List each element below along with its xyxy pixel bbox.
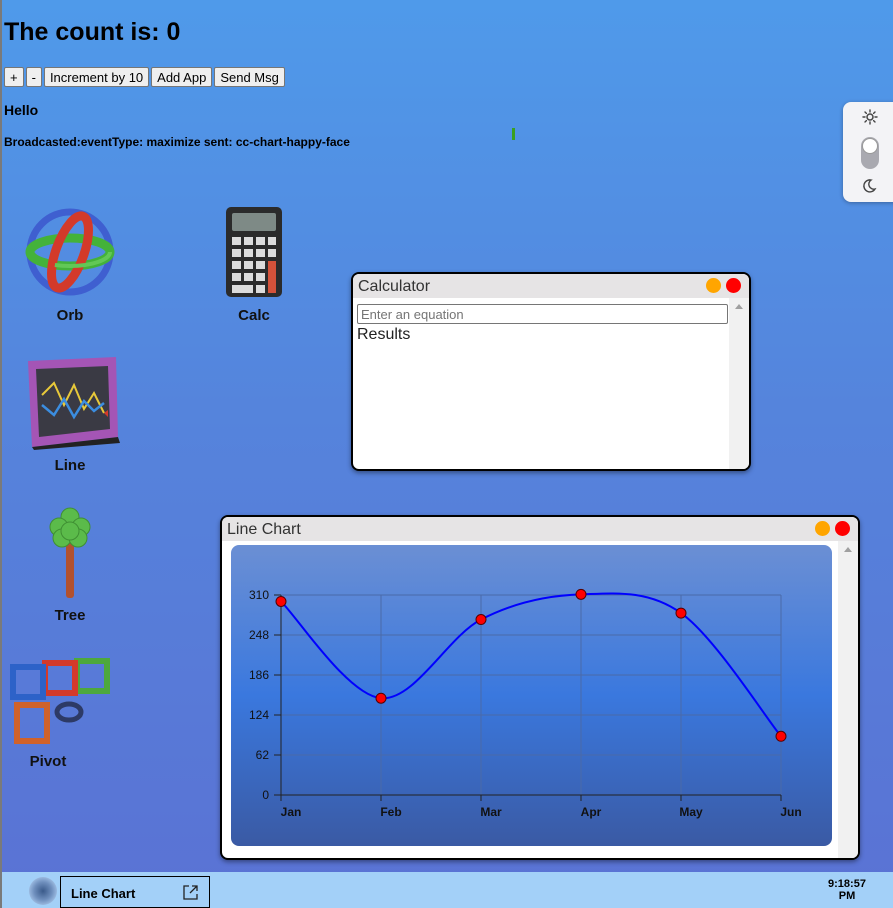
calculator-icon: [226, 207, 282, 297]
taskbar-item-line-chart[interactable]: Line Chart: [60, 876, 210, 908]
x-tick-label: Apr: [581, 805, 602, 819]
desktop-icon-label: Tree: [54, 607, 86, 624]
line-chart-icon: [28, 357, 120, 450]
x-tick-label: Jan: [281, 805, 302, 819]
scrollbar[interactable]: [838, 541, 858, 858]
y-tick-label: 248: [249, 628, 269, 642]
external-link-icon[interactable]: [182, 884, 199, 901]
data-point: [575, 588, 587, 600]
chart-panel: 0 62 124 186 248 310 Jan Feb Mar Apr May Jun: [231, 545, 832, 846]
y-tick-label: 310: [249, 588, 269, 602]
decrement-button[interactable]: -: [25, 67, 42, 87]
chart-titlebar[interactable]: Line Chart: [222, 517, 858, 541]
data-point: [475, 614, 487, 626]
start-button[interactable]: [29, 877, 57, 905]
desktop-icon-label: Line: [54, 457, 86, 474]
tree-icon: [49, 507, 91, 598]
send-msg-button[interactable]: Send Msg: [214, 67, 285, 87]
x-tick-label: May: [679, 805, 703, 819]
x-tick-label: Feb: [380, 805, 401, 819]
close-button[interactable]: [835, 521, 850, 536]
clock: 9:18:57 PM: [822, 878, 872, 902]
toolbar: + - Increment by 10 Add App Send Msg: [4, 67, 285, 87]
increment-button[interactable]: +: [4, 67, 24, 87]
clock-period: PM: [838, 890, 856, 902]
increment-by-10-button[interactable]: Increment by 10: [43, 67, 150, 87]
desktop-icon-calc[interactable]: Calc: [199, 205, 309, 324]
y-tick-label: 124: [249, 708, 269, 722]
status-indicator: [512, 128, 515, 140]
x-tick-label: Jun: [780, 805, 801, 819]
minimize-button[interactable]: [815, 521, 830, 536]
theme-toggle[interactable]: [843, 102, 893, 202]
desktop-icon-orb[interactable]: Orb: [15, 205, 125, 324]
pivot-icon: [10, 658, 110, 744]
data-point: [375, 692, 387, 704]
window-title: Calculator: [358, 278, 431, 295]
y-tick-label: 186: [249, 668, 269, 682]
desktop-icon-line[interactable]: Line: [15, 355, 125, 474]
scroll-up-arrow-icon[interactable]: [735, 304, 743, 309]
data-point: [775, 730, 787, 742]
taskbar-item-label: Line Chart: [71, 886, 136, 901]
data-point: [675, 607, 687, 619]
desktop-icon-tree[interactable]: Tree: [15, 505, 125, 624]
equation-input[interactable]: [357, 304, 728, 324]
theme-switch-knob[interactable]: [862, 138, 878, 154]
y-tick-label: 62: [256, 748, 270, 762]
desktop-icon-label: Calc: [238, 307, 270, 324]
clock-time: 9:18:57: [828, 878, 866, 890]
desktop-icon-label: Pivot: [29, 753, 67, 770]
orb-icon: [25, 208, 115, 296]
window-title: Line Chart: [227, 521, 301, 538]
theme-switch[interactable]: [861, 137, 879, 169]
sun-icon[interactable]: [862, 109, 878, 125]
line-chart-window[interactable]: Line Chart 0 62 124 186 248 310 Jan Feb Mar Apr Ma…: [220, 515, 860, 860]
desktop-icon-label: Orb: [56, 307, 84, 324]
taskbar: Line Chart 9:18:57 PM: [2, 872, 893, 908]
minimize-button[interactable]: [706, 278, 721, 293]
results-label: Results: [357, 326, 411, 343]
close-button[interactable]: [726, 278, 741, 293]
desktop-icon-pivot[interactable]: Pivot: [0, 655, 110, 770]
y-tick-label: 0: [262, 788, 269, 802]
calculator-window[interactable]: Calculator Results: [351, 272, 751, 471]
calculator-titlebar[interactable]: Calculator: [353, 274, 749, 298]
data-point: [275, 595, 287, 607]
count-title: The count is: 0: [4, 18, 181, 46]
scrollbar[interactable]: [729, 298, 749, 469]
x-tick-label: Mar: [480, 805, 502, 819]
line-chart: 0 62 124 186 248 310 Jan Feb Mar Apr May Jun: [249, 588, 802, 819]
hello-text: Hello: [4, 102, 39, 118]
moon-icon[interactable]: [861, 178, 877, 194]
broadcast-message: Broadcasted:eventType: maximize sent: cc…: [4, 135, 350, 149]
add-app-button[interactable]: Add App: [151, 67, 213, 87]
scroll-up-arrow-icon[interactable]: [844, 547, 852, 552]
